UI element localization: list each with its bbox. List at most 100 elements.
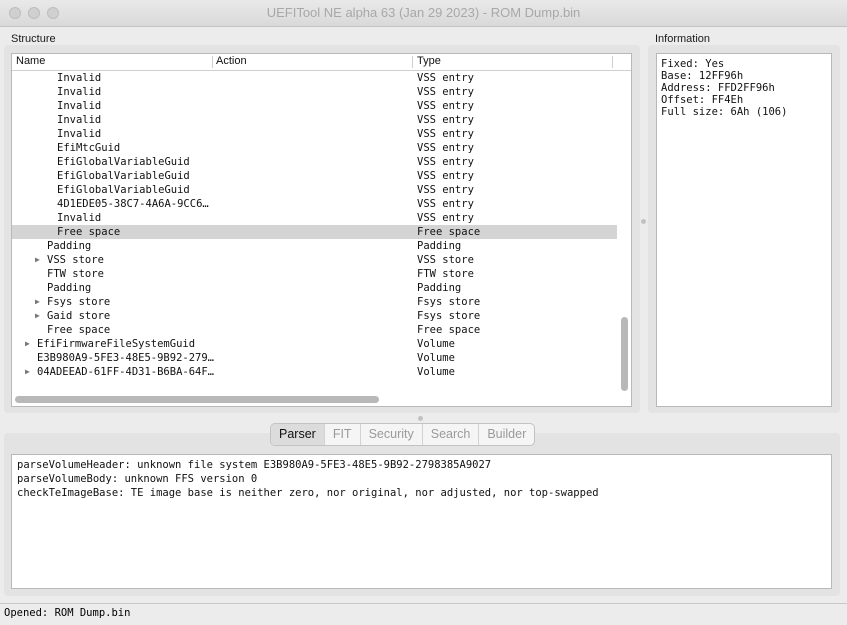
- tree-row-name: Invalid: [57, 72, 102, 84]
- tree-row[interactable]: Padding Padding: [12, 281, 617, 295]
- column-header-name[interactable]: Name: [16, 55, 45, 67]
- tree-row-name: EfiFirmwareFileSystemGuid: [37, 338, 196, 350]
- tree-row[interactable]: E3B980A9-5FE3-48E5-9B92-279… Volume: [12, 351, 617, 365]
- message-line[interactable]: parseVolumeBody: unknown FFS version 0: [17, 472, 826, 486]
- tree-row-type: VSS entry: [417, 114, 474, 126]
- tree-row-name: Invalid: [57, 128, 102, 140]
- tree-row-name: 04ADEEAD-61FF-4D31-B6BA-64F…: [37, 366, 215, 378]
- tree-row-type: VSS entry: [417, 198, 474, 210]
- message-line[interactable]: checkTeImageBase: TE image base is neith…: [17, 486, 826, 500]
- tree-row[interactable]: 4D1EDE05-38C7-4A6A-9CC6… VSS entry: [12, 197, 617, 211]
- tree-row-name: Invalid: [57, 212, 102, 224]
- tree-row-name: Free space: [57, 226, 121, 238]
- tree-row-type: Volume: [417, 352, 455, 364]
- vertical-splitter-handle[interactable]: [641, 219, 646, 224]
- tree-row-type: Padding: [417, 240, 462, 252]
- tree-row-name: Padding: [47, 240, 92, 252]
- tree-row-type: VSS entry: [417, 184, 474, 196]
- tree-row-type: FTW store: [417, 268, 474, 280]
- tree-row[interactable]: Invalid VSS entry: [12, 71, 617, 85]
- tree-row-name: Gaid store: [47, 310, 111, 322]
- info-line: Full size: 6Ah (106): [661, 106, 788, 118]
- tree-row[interactable]: Invalid VSS entry: [12, 211, 617, 225]
- vertical-scrollbar-thumb[interactable]: [621, 317, 628, 391]
- tree-row[interactable]: FTW store FTW store: [12, 267, 617, 281]
- tree-row-type: VSS entry: [417, 100, 474, 112]
- expand-arrow-icon[interactable]: ▶: [35, 309, 40, 323]
- tab-builder[interactable]: Builder: [479, 424, 534, 445]
- tree-row[interactable]: ▶ Gaid store Fsys store: [12, 309, 617, 323]
- tab-fit[interactable]: FIT: [325, 424, 361, 445]
- structure-tree[interactable]: Name Action Type Invalid VSS entry Invalid…: [11, 53, 632, 407]
- column-header-action[interactable]: Action: [216, 55, 247, 67]
- title-bar: UEFITool NE alpha 63 (Jan 29 2023) - ROM…: [0, 0, 847, 27]
- tree-row-type: Free space: [417, 226, 481, 238]
- tree-row-name: 4D1EDE05-38C7-4A6A-9CC6…: [57, 198, 209, 210]
- tree-row[interactable]: ▶ 04ADEEAD-61FF-4D31-B6BA-64F… Volume: [12, 365, 617, 379]
- tree-row-type: VSS entry: [417, 156, 474, 168]
- info-line: Address: FFD2FF96h: [661, 82, 775, 94]
- tab-search[interactable]: Search: [423, 424, 480, 445]
- tab-parser[interactable]: Parser: [271, 424, 325, 445]
- tree-row-name: Fsys store: [47, 296, 111, 308]
- status-bar: Opened: ROM Dump.bin: [0, 603, 847, 625]
- tab-security[interactable]: Security: [361, 424, 423, 445]
- tree-row-type: Volume: [417, 366, 455, 378]
- column-divider[interactable]: [412, 56, 413, 68]
- tree-header: Name Action Type: [12, 54, 631, 71]
- info-line: Fixed: Yes: [661, 58, 725, 70]
- tree-row-name: Invalid: [57, 100, 102, 112]
- tree-row-name: EfiGlobalVariableGuid: [57, 156, 190, 168]
- tree-row[interactable]: EfiGlobalVariableGuid VSS entry: [12, 183, 617, 197]
- column-divider[interactable]: [212, 56, 213, 68]
- info-line: Offset: FF4Eh: [661, 94, 744, 106]
- tree-row[interactable]: Invalid VSS entry: [12, 113, 617, 127]
- tree-row-type: VSS entry: [417, 86, 474, 98]
- horizontal-splitter-handle[interactable]: [418, 416, 423, 421]
- tree-row-name: EfiGlobalVariableGuid: [57, 170, 190, 182]
- tree-row[interactable]: ▶ EfiFirmwareFileSystemGuid Volume: [12, 337, 617, 351]
- info-line: Base: 12FF96h: [661, 70, 744, 82]
- tree-row-type: Padding: [417, 282, 462, 294]
- tree-row-type: VSS store: [417, 254, 474, 266]
- tree-row[interactable]: Invalid VSS entry: [12, 99, 617, 113]
- tree-row[interactable]: EfiGlobalVariableGuid VSS entry: [12, 155, 617, 169]
- tree-row-name: FTW store: [47, 268, 104, 280]
- tree-row[interactable]: Free space Free space: [12, 323, 617, 337]
- tree-row[interactable]: Invalid VSS entry: [12, 85, 617, 99]
- tree-row[interactable]: ▶ Fsys store Fsys store: [12, 295, 617, 309]
- structure-caption: Structure: [11, 33, 56, 45]
- tree-row-type: Fsys store: [417, 310, 481, 322]
- tree-row-name: Invalid: [57, 114, 102, 126]
- tab-bar: Parser FIT Security Search Builder: [270, 423, 536, 446]
- tree-row-type: VSS entry: [417, 212, 474, 224]
- tree-row-name: EfiMtcGuid: [57, 142, 121, 154]
- information-caption: Information: [655, 33, 711, 45]
- tree-row[interactable]: Free space Free space: [12, 225, 617, 239]
- expand-arrow-icon[interactable]: ▶: [35, 295, 40, 309]
- column-header-type[interactable]: Type: [417, 55, 441, 67]
- expand-arrow-icon[interactable]: ▶: [25, 365, 30, 379]
- column-divider[interactable]: [612, 56, 613, 68]
- tree-row-name: Padding: [47, 282, 92, 294]
- message-line[interactable]: parseVolumeHeader: unknown file system E…: [17, 458, 826, 472]
- tree-row[interactable]: EfiMtcGuid VSS entry: [12, 141, 617, 155]
- tree-row-name: Free space: [47, 324, 111, 336]
- tree-row[interactable]: Invalid VSS entry: [12, 127, 617, 141]
- tree-row-type: VSS entry: [417, 128, 474, 140]
- expand-arrow-icon[interactable]: ▶: [35, 253, 40, 267]
- tree-row-type: VSS entry: [417, 142, 474, 154]
- tree-row[interactable]: EfiGlobalVariableGuid VSS entry: [12, 169, 617, 183]
- tree-row-type: VSS entry: [417, 170, 474, 182]
- tree-row-type: Volume: [417, 338, 455, 350]
- parser-messages-list[interactable]: parseVolumeHeader: unknown file system E…: [11, 454, 832, 589]
- tree-row-type: VSS entry: [417, 72, 474, 84]
- horizontal-scrollbar-thumb[interactable]: [15, 396, 379, 403]
- tree-row-name: Invalid: [57, 86, 102, 98]
- tree-row[interactable]: Padding Padding: [12, 239, 617, 253]
- tree-row-type: Free space: [417, 324, 481, 336]
- tree-row-name: VSS store: [47, 254, 104, 266]
- tree-row[interactable]: ▶ VSS store VSS store: [12, 253, 617, 267]
- expand-arrow-icon[interactable]: ▶: [25, 337, 30, 351]
- information-text: Fixed: Yes Base: 12FF96h Address: FFD2FF…: [656, 53, 832, 407]
